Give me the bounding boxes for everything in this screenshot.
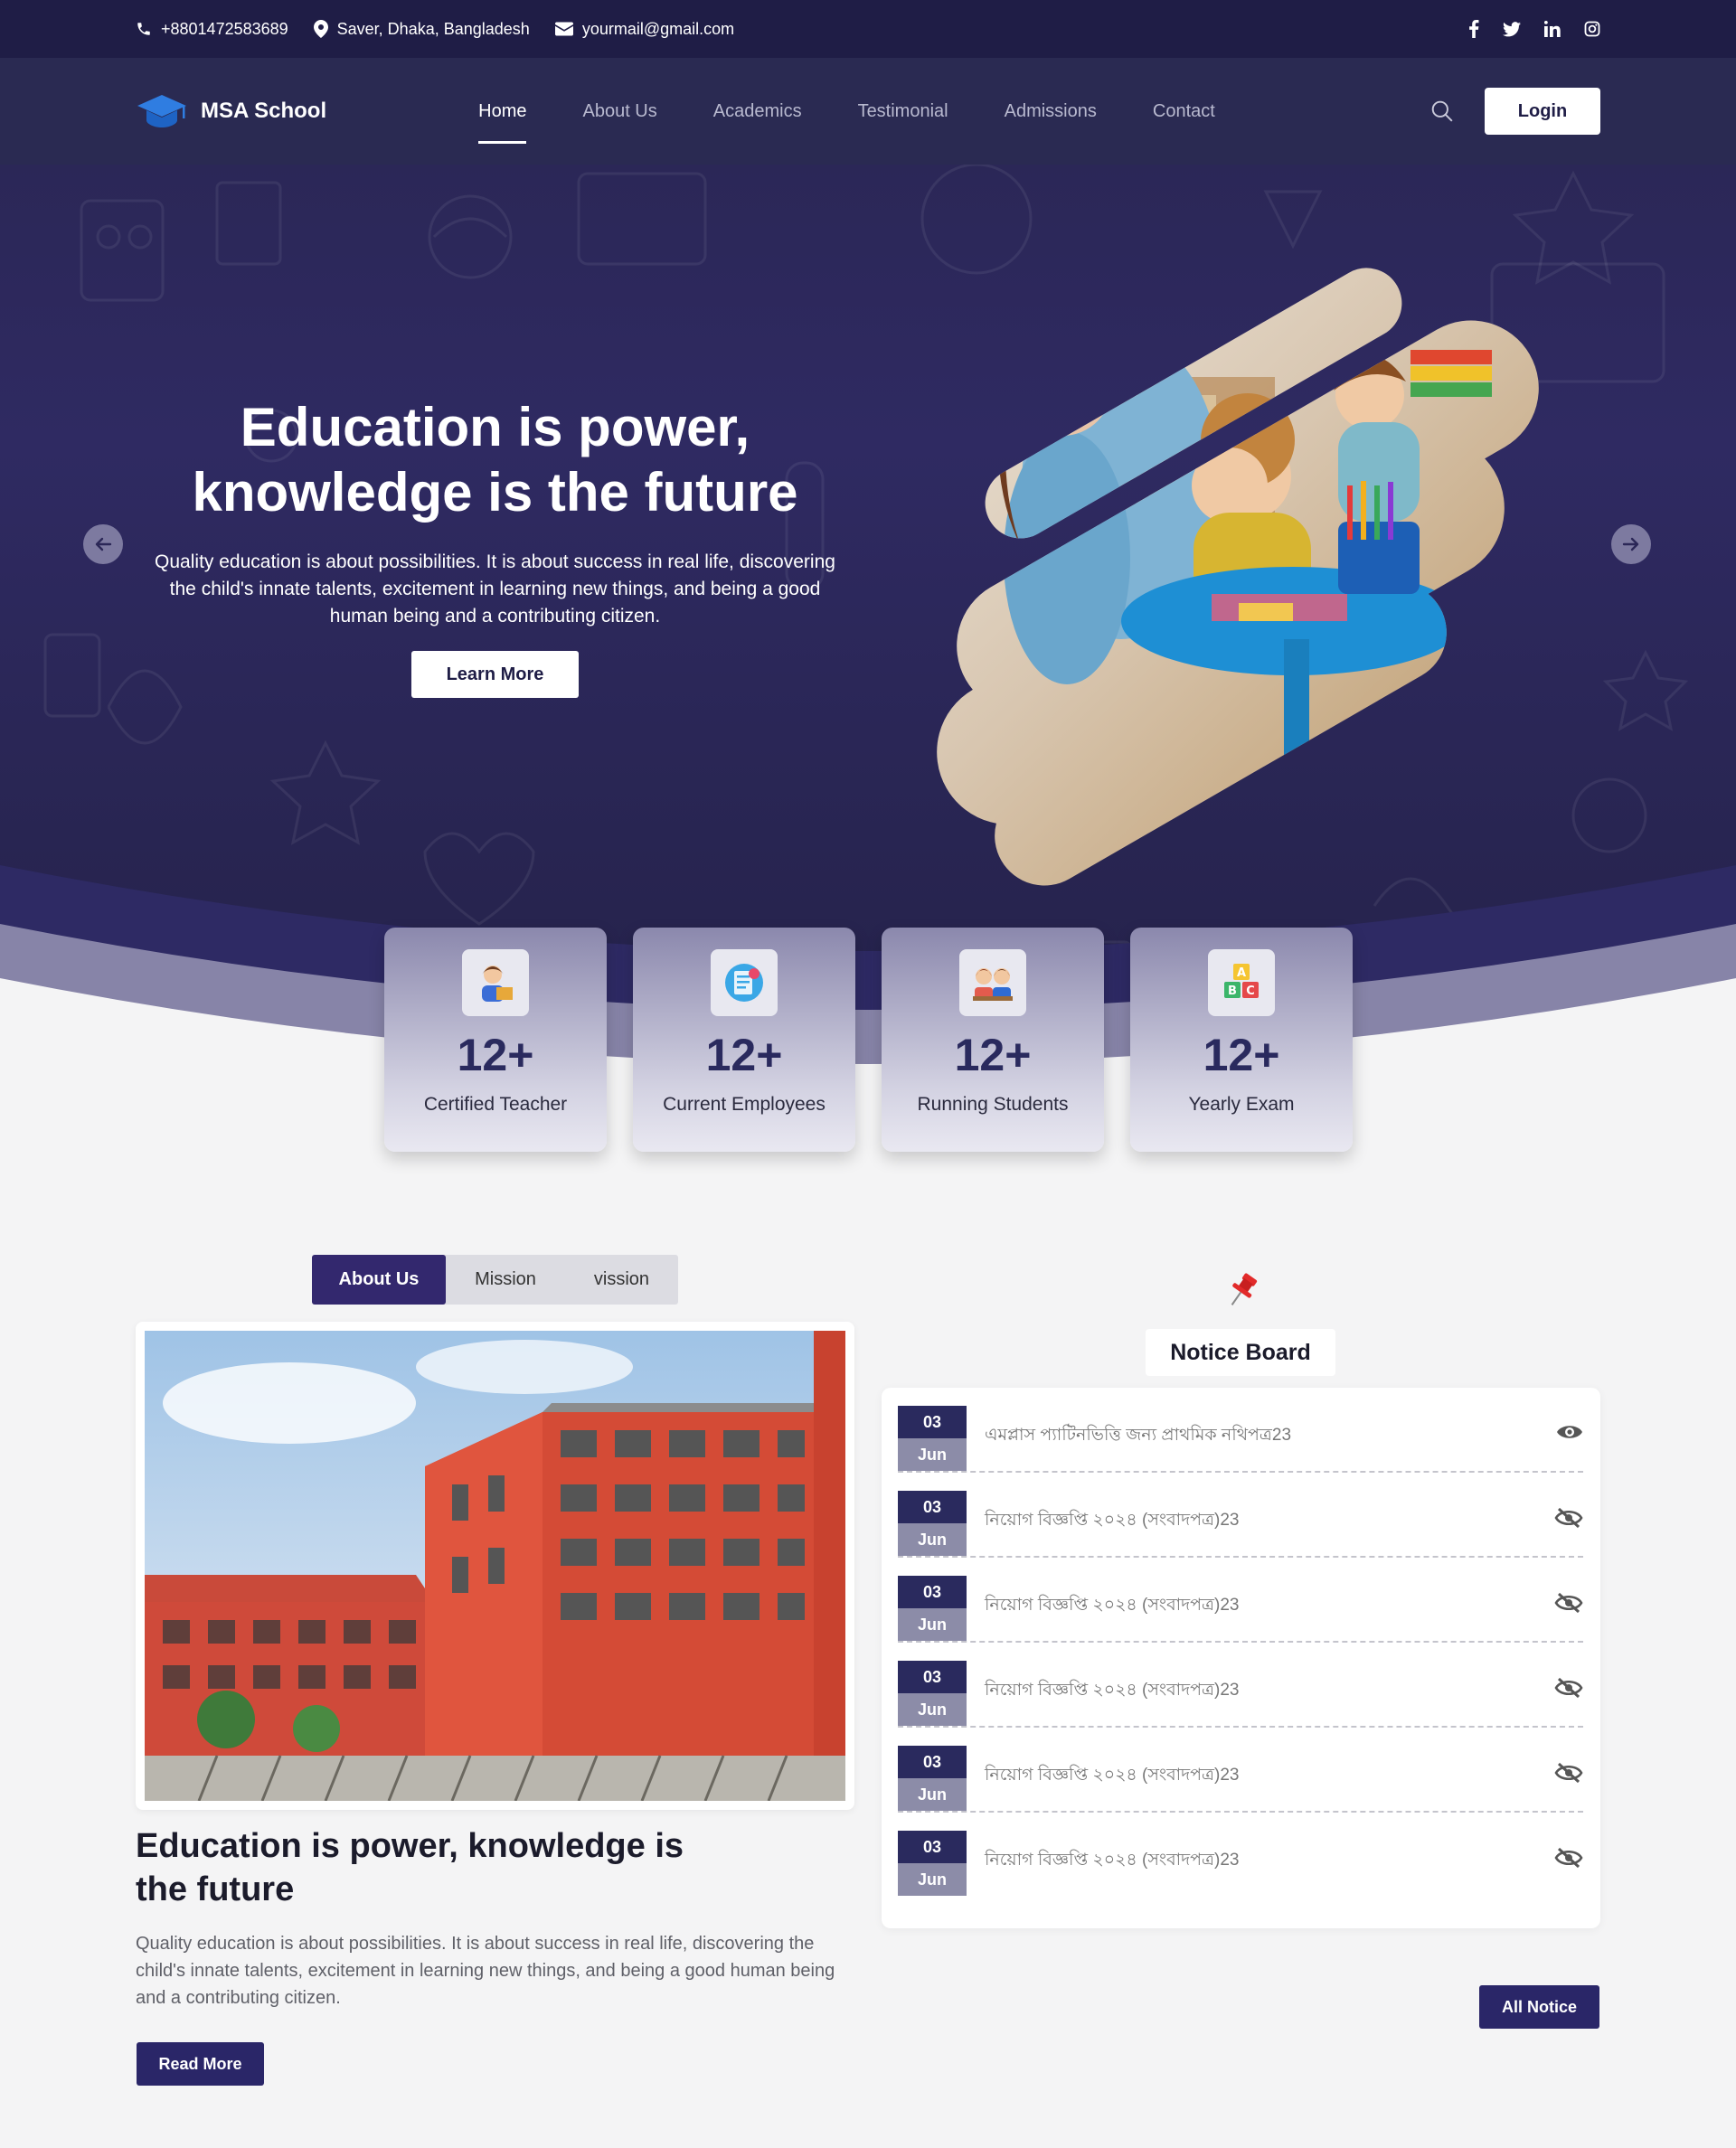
pushpin-icon bbox=[1231, 1273, 1258, 1305]
all-notice-button[interactable]: All Notice bbox=[1479, 1985, 1599, 2029]
phone-text: +8801472583689 bbox=[161, 19, 288, 38]
hero-curve bbox=[0, 865, 1736, 1096]
school-building-image bbox=[145, 1331, 845, 1801]
login-button[interactable]: Login bbox=[1485, 88, 1600, 135]
eye-slash-icon[interactable] bbox=[1554, 1847, 1583, 1869]
eye-slash-icon[interactable] bbox=[1554, 1762, 1583, 1784]
notice-month: Jun bbox=[898, 1523, 967, 1556]
stat-label: Yearly Exam bbox=[1188, 1094, 1295, 1115]
notice-item[interactable]: 03 Jun নিয়োগ বিজ্ঞপ্তি ২০২৪ (সংবাদপত্র)2… bbox=[898, 1728, 1583, 1813]
notice-item[interactable]: 03 Jun নিয়োগ বিজ্ঞপ্তি ২০২৪ (সংবাদপত্র)2… bbox=[898, 1558, 1583, 1643]
tab-mission[interactable]: Mission bbox=[446, 1255, 565, 1305]
notice-day: 03 bbox=[898, 1746, 967, 1778]
main-navbar: MSA School Home About Us Academics Testi… bbox=[0, 58, 1736, 165]
employee-icon bbox=[711, 949, 778, 1016]
phone-icon bbox=[137, 23, 150, 35]
notice-month: Jun bbox=[898, 1778, 967, 1811]
search-icon[interactable] bbox=[1430, 99, 1454, 123]
notice-text: নিয়োগ বিজ্ঞপ্তি ২০২৪ (সংবাদপত্র)23 bbox=[985, 1851, 1240, 1870]
main-menu: Home About Us Academics Testimonial Admi… bbox=[462, 89, 1255, 144]
eye-slash-icon[interactable] bbox=[1554, 1507, 1583, 1529]
notice-date: 03 Jun bbox=[898, 1576, 967, 1641]
location-contact: Saver, Dhaka, Bangladesh bbox=[313, 19, 530, 39]
phone-contact[interactable]: +8801472583689 bbox=[136, 20, 288, 39]
notice-text: নিয়োগ বিজ্ঞপ্তি ২০২৪ (সংবাদপত্র)23 bbox=[985, 1596, 1240, 1615]
facebook-icon[interactable] bbox=[1468, 20, 1479, 38]
eye-slash-icon[interactable] bbox=[1554, 1677, 1583, 1699]
notice-month: Jun bbox=[898, 1693, 967, 1726]
about-title: Education is power, knowledge is the fut… bbox=[136, 1827, 684, 1908]
notice-board-panel: 03 Jun এমপ্লাস প্যাটিনভিত্তি জন্য প্রাথমি… bbox=[882, 1388, 1600, 1928]
eye-slash-icon[interactable] bbox=[1554, 1592, 1583, 1614]
school-building-image-card bbox=[136, 1322, 854, 1810]
notice-day: 03 bbox=[898, 1661, 967, 1693]
linkedin-icon[interactable] bbox=[1544, 21, 1561, 37]
brand-logo[interactable]: MSA School bbox=[136, 93, 326, 129]
notice-day: 03 bbox=[898, 1831, 967, 1863]
notice-month: Jun bbox=[898, 1438, 967, 1471]
notice-date: 03 Jun bbox=[898, 1491, 967, 1556]
graduation-cap-icon bbox=[137, 95, 186, 127]
brand-name: MSA School bbox=[201, 99, 327, 123]
nav-admissions[interactable]: Admissions bbox=[988, 89, 1113, 135]
envelope-icon bbox=[554, 22, 573, 36]
nav-actions: Login bbox=[1430, 88, 1600, 135]
svg-text:C: C bbox=[1246, 984, 1255, 998]
stat-card-yearly-exam: ABC 12+ Yearly Exam bbox=[1130, 928, 1353, 1152]
stat-label: Current Employees bbox=[663, 1094, 826, 1115]
notice-text: নিয়োগ বিজ্ঞপ্তি ২০২৪ (সংবাদপত্র)23 bbox=[985, 1766, 1240, 1785]
social-links bbox=[1468, 20, 1600, 38]
top-contact-bar: +8801472583689 Saver, Dhaka, Bangladesh … bbox=[0, 0, 1736, 58]
notice-item[interactable]: 03 Jun এমপ্লাস প্যাটিনভিত্তি জন্য প্রাথমি… bbox=[898, 1388, 1583, 1473]
hero-section: Education is power, knowledge is the fut… bbox=[0, 165, 1736, 1096]
location-text: Saver, Dhaka, Bangladesh bbox=[336, 19, 530, 38]
notice-month: Jun bbox=[898, 1863, 967, 1896]
nav-about-us[interactable]: About Us bbox=[566, 89, 673, 135]
stat-label: Running Students bbox=[917, 1094, 1069, 1115]
stat-card-running-students: 12+ Running Students bbox=[882, 928, 1104, 1152]
stat-value: 12+ bbox=[954, 1030, 1032, 1080]
notice-item[interactable]: 03 Jun নিয়োগ বিজ্ঞপ্তি ২০২৪ (সংবাদপত্র)2… bbox=[898, 1643, 1583, 1728]
stat-card-certified-teacher: 12+ Certified Teacher bbox=[384, 928, 607, 1152]
notice-text: নিয়োগ বিজ্ঞপ্তি ২০২৪ (সংবাদপত্র)23 bbox=[985, 1681, 1240, 1700]
stat-value: 12+ bbox=[705, 1030, 783, 1080]
stat-value: 12+ bbox=[1203, 1030, 1280, 1080]
notice-board-title: Notice Board bbox=[1146, 1329, 1335, 1376]
eye-icon[interactable] bbox=[1556, 1422, 1583, 1442]
svg-text:B: B bbox=[1228, 984, 1237, 998]
notice-month: Jun bbox=[898, 1608, 967, 1641]
nav-testimonial[interactable]: Testimonial bbox=[842, 89, 965, 135]
notice-day: 03 bbox=[898, 1491, 967, 1523]
email-text: yourmail@gmail.com bbox=[581, 19, 735, 38]
notice-text: নিয়োগ বিজ্ঞপ্তি ২০২৪ (সংবাদপত্র)23 bbox=[985, 1511, 1240, 1530]
notice-text: এমপ্লাস প্যাটিনভিত্তি জন্য প্রাথমিক নথিপ… bbox=[985, 1426, 1292, 1445]
notice-date: 03 Jun bbox=[898, 1661, 967, 1726]
teacher-icon bbox=[462, 949, 529, 1016]
nav-contact[interactable]: Contact bbox=[1137, 89, 1231, 135]
email-contact[interactable]: yourmail@gmail.com bbox=[554, 19, 735, 39]
stat-value: 12+ bbox=[457, 1030, 534, 1080]
notice-item[interactable]: 03 Jun নিয়োগ বিজ্ঞপ্তি ২০২৪ (সংবাদপত্র)2… bbox=[898, 1813, 1583, 1898]
nav-home[interactable]: Home bbox=[462, 89, 542, 144]
notice-item[interactable]: 03 Jun নিয়োগ বিজ্ঞপ্তি ২০২৪ (সংবাদপত্র)2… bbox=[898, 1473, 1583, 1558]
abc-blocks-icon: ABC bbox=[1208, 949, 1275, 1016]
svg-text:A: A bbox=[1237, 966, 1246, 980]
about-tabs: About Us Mission vission bbox=[312, 1255, 678, 1305]
nav-academics[interactable]: Academics bbox=[697, 89, 818, 135]
notice-day: 03 bbox=[898, 1576, 967, 1608]
notice-date: 03 Jun bbox=[898, 1831, 967, 1896]
location-pin-icon bbox=[313, 20, 328, 38]
stat-label: Certified Teacher bbox=[423, 1094, 568, 1115]
students-icon bbox=[959, 949, 1026, 1016]
notice-date: 03 Jun bbox=[898, 1406, 967, 1471]
notice-date: 03 Jun bbox=[898, 1746, 967, 1811]
about-description: Quality education is about possibilities… bbox=[136, 1934, 835, 2008]
notice-day: 03 bbox=[898, 1406, 967, 1438]
instagram-icon[interactable] bbox=[1584, 21, 1600, 37]
twitter-icon[interactable] bbox=[1503, 21, 1521, 37]
stat-card-current-employees: 12+ Current Employees bbox=[633, 928, 855, 1152]
tab-vission[interactable]: vission bbox=[565, 1255, 678, 1305]
read-more-button[interactable]: Read More bbox=[137, 2042, 264, 2086]
tab-about-us[interactable]: About Us bbox=[312, 1255, 446, 1305]
